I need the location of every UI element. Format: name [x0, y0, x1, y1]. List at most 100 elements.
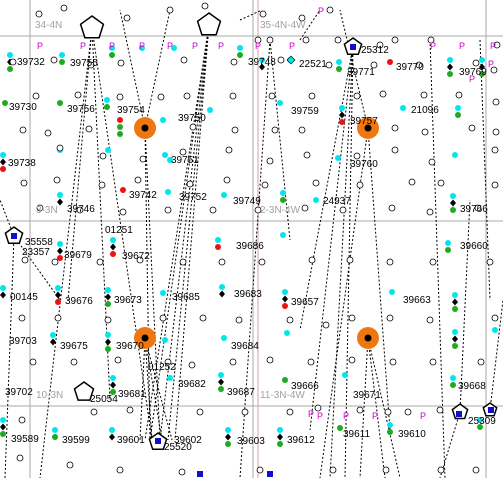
- well-label: 39673: [114, 295, 142, 306]
- permit-marker[interactable]: P: [459, 42, 465, 51]
- permit-marker[interactable]: P: [109, 42, 115, 51]
- well-diamond: [0, 423, 6, 431]
- well-green: [2, 100, 8, 106]
- permit-marker[interactable]: P: [167, 42, 173, 51]
- well-open: [391, 124, 399, 132]
- permit-marker[interactable]: P: [289, 42, 295, 51]
- well-cyan: [450, 375, 456, 381]
- permit-marker[interactable]: P: [139, 42, 145, 51]
- well-open: [329, 466, 337, 474]
- well-label: 39759: [291, 106, 319, 117]
- permit-marker[interactable]: P: [488, 60, 494, 69]
- well-cyan: [0, 417, 6, 423]
- well-cyan: [105, 147, 111, 153]
- well-cyan: [313, 197, 319, 203]
- well-red: [117, 117, 123, 123]
- well-label: 39679: [64, 250, 92, 261]
- well-diamond: [105, 293, 111, 301]
- well-open: [186, 180, 194, 188]
- well-open: [268, 92, 276, 100]
- well-green: [237, 52, 243, 58]
- well-open: [164, 206, 172, 214]
- well-label: 39670: [116, 341, 144, 352]
- well-open: [386, 258, 394, 266]
- permit-marker[interactable]: P: [430, 42, 436, 51]
- permit-marker[interactable]: P: [420, 412, 426, 421]
- well-open: [51, 258, 59, 266]
- permit-marker[interactable]: P: [318, 7, 324, 16]
- well-cyan: [57, 192, 63, 198]
- well-green: [225, 441, 231, 447]
- well-label: 25309: [468, 416, 496, 427]
- permit-marker[interactable]: P: [317, 412, 323, 421]
- permit-marker[interactable]: P: [343, 412, 349, 421]
- well-cyan: [277, 100, 283, 106]
- well-open: [16, 454, 24, 462]
- blue-well-marker: [456, 411, 462, 417]
- well-open: [229, 358, 237, 366]
- well-open: [382, 466, 390, 474]
- permit-marker[interactable]: P: [490, 42, 496, 51]
- blue-well-marker: [350, 44, 356, 50]
- well-open: [114, 356, 122, 364]
- township-label: 11-3N-4W: [260, 390, 305, 401]
- well-open: [74, 91, 82, 99]
- permit-marker[interactable]: P: [255, 42, 261, 51]
- well-cyan: [50, 332, 56, 338]
- permit-marker[interactable]: P: [80, 42, 86, 51]
- permit-marker[interactable]: P: [372, 412, 378, 421]
- well-label: 39749: [233, 196, 261, 207]
- well-diamond: [50, 338, 56, 346]
- well-cyan: [215, 237, 221, 243]
- well-label: 39599: [62, 435, 90, 446]
- well-cyan: [389, 289, 395, 295]
- well-label: 39742: [129, 190, 157, 201]
- well-green: [117, 131, 123, 137]
- well-label: 39703: [9, 336, 37, 347]
- well-open: [189, 123, 197, 131]
- permit-marker[interactable]: P: [308, 410, 314, 419]
- well-diamond: [0, 158, 6, 166]
- well-green: [105, 346, 111, 352]
- well-open: [455, 91, 463, 99]
- well-open: [266, 157, 274, 165]
- well-cyan: [452, 292, 458, 298]
- well-label: 23357: [22, 247, 50, 258]
- permit-marker[interactable]: P: [37, 42, 43, 51]
- well-green: [282, 377, 288, 383]
- well-red: [387, 59, 393, 65]
- well-open: [60, 4, 68, 12]
- well-open: [159, 314, 167, 322]
- well-green: [105, 301, 111, 307]
- well-cyan: [280, 190, 286, 196]
- township-label: 10-3N: [36, 390, 64, 401]
- well-map[interactable]: 34-4N 35-4N-4W 3-3N 2-3N-4W 10-3N 11-3N-…: [0, 0, 503, 478]
- well-cyan: [0, 152, 6, 158]
- township-label: 2-3N-4W: [260, 205, 301, 216]
- well-cyan: [57, 241, 63, 247]
- permit-marker[interactable]: P: [218, 42, 224, 51]
- well-open: [404, 408, 412, 416]
- well-cyan: [479, 57, 485, 63]
- well-open: [322, 321, 330, 329]
- well-diamond: [282, 295, 288, 303]
- well-red: [215, 244, 221, 250]
- permit-marker[interactable]: P: [192, 42, 198, 51]
- well-label: 24937: [323, 196, 351, 207]
- well-cyan: [162, 337, 168, 343]
- well-cyan: [7, 52, 13, 58]
- well-open: [428, 158, 436, 166]
- well-label: 39751: [171, 155, 199, 166]
- well-label: 39684: [231, 341, 259, 352]
- township-label: 3-3N: [36, 205, 58, 216]
- well-red: [282, 303, 288, 309]
- well-label: 39769: [459, 67, 487, 78]
- well-label: 39755: [70, 58, 98, 69]
- well-green: [336, 66, 342, 72]
- well-open: [301, 204, 309, 212]
- well-green: [452, 306, 458, 312]
- well-diamond: [0, 291, 6, 299]
- well-label: 39748: [248, 57, 276, 68]
- well-open: [256, 466, 264, 474]
- well-open: [96, 258, 104, 266]
